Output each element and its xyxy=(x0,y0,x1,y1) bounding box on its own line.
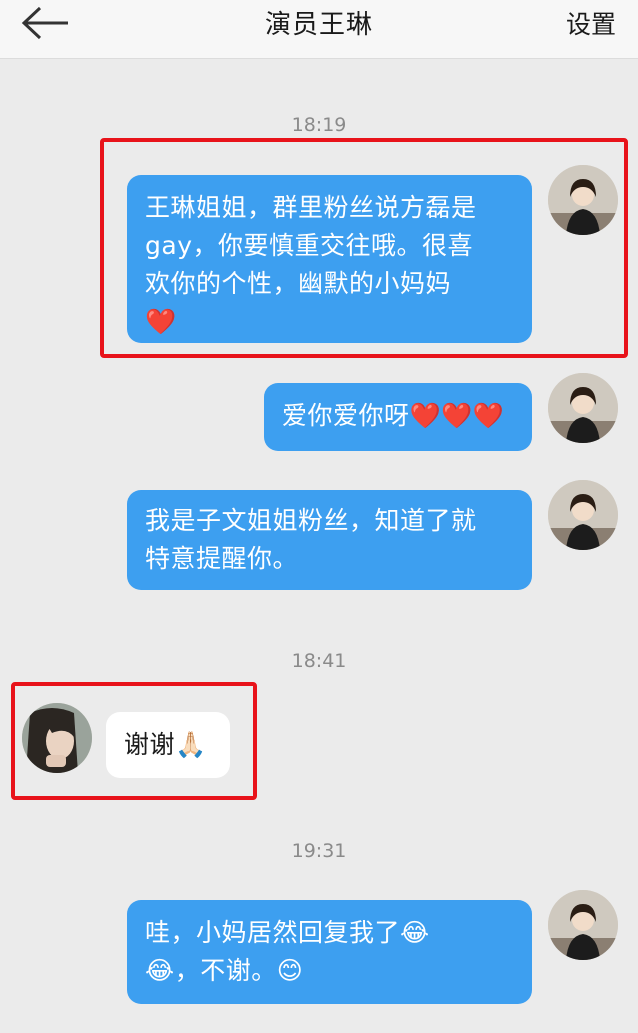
settings-button[interactable]: 设置 xyxy=(566,5,616,41)
message-text: 欢你的个性，幽默的小妈妈 xyxy=(145,269,452,298)
message-text: 哇，小妈居然回复我了😂 xyxy=(145,918,430,947)
message-text: 我是子文姐姐粉丝，知道了就 xyxy=(145,506,477,535)
message-bubble-outgoing[interactable]: 爱你爱你呀❤️❤️❤️ xyxy=(264,383,532,451)
timestamp: 19:31 xyxy=(291,840,347,862)
contact-avatar[interactable] xyxy=(22,703,92,773)
message-text: 王琳姐姐，群里粉丝说方磊是 xyxy=(145,193,477,222)
message-bubble-outgoing[interactable]: 我是子文姐姐粉丝，知道了就 特意提醒你。 xyxy=(127,490,532,590)
user-avatar-icon xyxy=(548,373,618,443)
user-avatar-icon xyxy=(548,165,618,235)
avatar[interactable] xyxy=(548,373,618,443)
user-avatar-icon xyxy=(548,480,618,550)
contact-avatar-icon xyxy=(22,703,92,773)
message-bubble-incoming[interactable]: 谢谢🙏🏻 xyxy=(106,712,230,778)
message-text: 谢谢🙏🏻 xyxy=(124,730,207,759)
message-bubble-outgoing[interactable]: 王琳姐姐，群里粉丝说方磊是 gay，你要慎重交往哦。很喜 欢你的个性，幽默的小妈… xyxy=(127,175,532,343)
message-text: 爱你爱你呀❤️❤️❤️ xyxy=(282,401,505,430)
timestamp: 18:41 xyxy=(291,650,347,672)
message-text: gay，你要慎重交往哦。很喜 xyxy=(145,231,473,260)
chat-title: 演员王琳 xyxy=(264,10,373,40)
message-text: 特意提醒你。 xyxy=(145,544,299,573)
chat-header: 演员王琳 设置 xyxy=(0,0,638,59)
message-bubble-outgoing[interactable]: 哇，小妈居然回复我了😂 😂，不谢。😊 xyxy=(127,900,532,1004)
message-text: ❤️ xyxy=(145,307,177,336)
avatar[interactable] xyxy=(548,480,618,550)
timestamp: 18:19 xyxy=(291,114,347,136)
user-avatar-icon xyxy=(548,890,618,960)
message-text: 😂，不谢。😊 xyxy=(145,956,304,985)
avatar[interactable] xyxy=(548,165,618,235)
avatar[interactable] xyxy=(548,890,618,960)
